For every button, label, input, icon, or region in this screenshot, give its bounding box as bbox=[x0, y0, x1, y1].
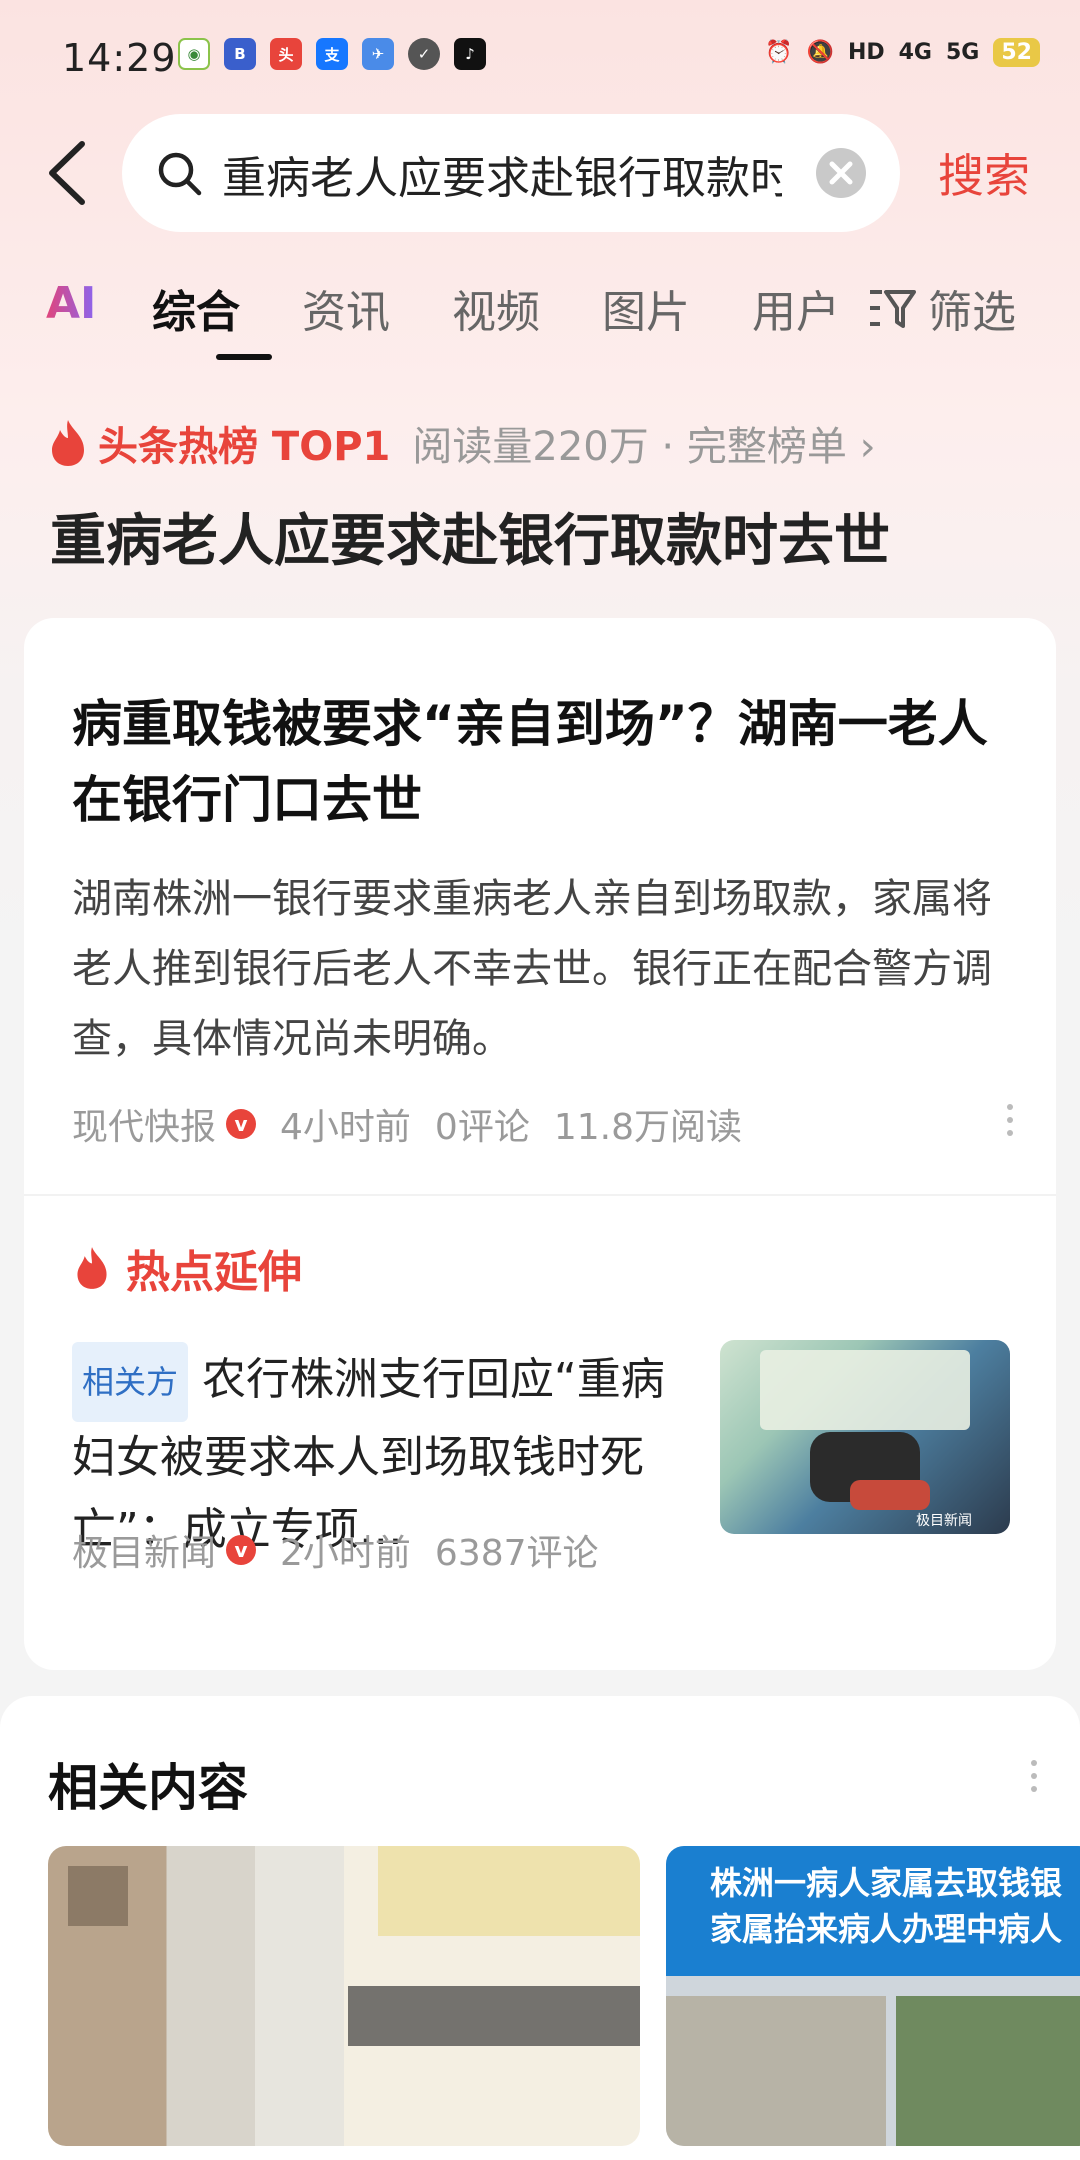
status-bar: 14:29 ◉ B 头 支 ✈ ✓ ♪ ⏰ 🔕 HD 4G 5G 52 bbox=[0, 0, 1080, 115]
thumb-trees bbox=[896, 1996, 1080, 2146]
thumb-sign bbox=[378, 1846, 640, 1936]
related-content-title: 相关内容 bbox=[48, 1759, 248, 1817]
tab-video[interactable]: 视频 bbox=[452, 276, 540, 340]
search-button[interactable]: 搜索 bbox=[938, 140, 1030, 206]
thumb-ac-unit bbox=[68, 1866, 128, 1926]
notification-icons: ◉ B 头 支 ✈ ✓ ♪ bbox=[178, 38, 486, 70]
hot-extension-header: 热点延伸 bbox=[72, 1236, 302, 1300]
article-meta: 现代快报 v 4小时前 0评论 11.8万阅读 bbox=[72, 1098, 742, 1150]
system-icons: ⏰ 🔕 HD 4G 5G 52 bbox=[765, 38, 1040, 67]
filter-label: 筛选 bbox=[928, 287, 1016, 338]
toutiao-icon: 头 bbox=[270, 38, 302, 70]
search-results-page: 14:29 ◉ B 头 支 ✈ ✓ ♪ ⏰ 🔕 HD 4G 5G 52 重病老人… bbox=[0, 0, 1080, 2160]
clear-search-button[interactable] bbox=[816, 148, 866, 198]
related-news-meta: 极目新闻 v 2小时前 6387评论 bbox=[72, 1524, 599, 1576]
hot-rank-meta[interactable]: 阅读量220万 · 完整榜单 › bbox=[412, 414, 875, 472]
mute-icon: 🔕 bbox=[806, 40, 834, 65]
tab-comprehensive[interactable]: 综合 bbox=[152, 276, 240, 340]
article-summary[interactable]: 湖南株洲一银行要求重病老人亲自到场取款，家属将老人推到银行后老人不幸去世。银行正… bbox=[72, 864, 1022, 1074]
news-card: 病重取钱被要求“亲自到场”？湖南一老人在银行门口去世 湖南株洲一银行要求重病老人… bbox=[24, 618, 1056, 1670]
search-icon bbox=[158, 152, 202, 196]
battery-indicator: 52 bbox=[993, 38, 1040, 67]
network-hd: HD bbox=[847, 40, 885, 65]
related-news-source[interactable]: 极目新闻 bbox=[72, 1524, 216, 1576]
divider bbox=[24, 1194, 1056, 1196]
check-icon: ✓ bbox=[408, 38, 440, 70]
chevron-left-icon bbox=[49, 141, 85, 205]
active-tab-indicator bbox=[216, 354, 272, 360]
article-title[interactable]: 病重取钱被要求“亲自到场”？湖南一老人在银行门口去世 bbox=[72, 686, 1012, 838]
thumb-vehicle-window bbox=[348, 1986, 640, 2046]
status-time: 14:29 bbox=[62, 36, 177, 80]
network-4g: 4G bbox=[898, 40, 932, 65]
verified-icon: v bbox=[226, 1109, 257, 1139]
flame-icon bbox=[52, 420, 84, 466]
china-mobile-icon: ◉ bbox=[178, 38, 210, 70]
related-party-tag: 相关方 bbox=[72, 1342, 189, 1422]
tab-ai[interactable]: AI bbox=[46, 278, 96, 329]
network-5g: 5G bbox=[946, 40, 980, 65]
back-button[interactable] bbox=[44, 138, 104, 208]
thumb-seat bbox=[850, 1480, 930, 1510]
flame-icon bbox=[77, 1247, 107, 1289]
related-video-thumbnail-2[interactable]: 株洲一病人家属去取钱银 家属抬来病人办理中病人 bbox=[666, 1846, 1080, 2146]
thumb-caption-1: 株洲一病人家属去取钱银 bbox=[710, 1864, 1063, 1902]
thumb-watermark: 极目新闻 bbox=[916, 1513, 972, 1529]
search-box[interactable]: 重病老人应要求赴银行取款时 bbox=[122, 114, 900, 232]
related-news-comments: 6387评论 bbox=[434, 1533, 599, 1574]
tab-news[interactable]: 资讯 bbox=[302, 276, 390, 340]
tab-images[interactable]: 图片 bbox=[602, 276, 690, 340]
thumb-window bbox=[760, 1350, 970, 1430]
article-time: 4小时前 bbox=[280, 1107, 411, 1148]
article-source[interactable]: 现代快报 bbox=[72, 1098, 216, 1150]
hot-rank-label: 头条热榜 TOP1 bbox=[98, 424, 391, 470]
tab-users[interactable]: 用户 bbox=[752, 276, 840, 340]
tiktok-icon: ♪ bbox=[454, 38, 486, 70]
related-video-thumbnail-1[interactable] bbox=[48, 1846, 640, 2146]
bank-icon: B bbox=[224, 38, 256, 70]
filter-button[interactable]: 筛选 bbox=[868, 276, 1016, 340]
thumb-building bbox=[666, 1996, 886, 2146]
close-icon bbox=[829, 161, 853, 185]
article-reads: 11.8万阅读 bbox=[553, 1107, 742, 1148]
thumb-caption-2: 家属抬来病人办理中病人 bbox=[710, 1910, 1063, 1948]
more-options-icon[interactable] bbox=[1004, 1104, 1016, 1143]
result-tabs: AI 综合 资讯 视频 图片 用户 筛选 bbox=[46, 276, 1046, 366]
article-comments: 0评论 bbox=[434, 1107, 530, 1148]
related-news-time: 2小时前 bbox=[280, 1533, 411, 1574]
alarm-icon: ⏰ bbox=[765, 40, 793, 65]
verified-icon: v bbox=[226, 1535, 257, 1565]
hot-extension-title: 热点延伸 bbox=[126, 1247, 302, 1298]
related-news-thumbnail[interactable]: 极目新闻 bbox=[720, 1340, 1010, 1534]
filter-icon bbox=[870, 290, 916, 328]
app-icon: ✈ bbox=[362, 38, 394, 70]
more-options-icon[interactable] bbox=[1028, 1760, 1040, 1799]
alipay-icon: 支 bbox=[316, 38, 348, 70]
search-input[interactable]: 重病老人应要求赴银行取款时 bbox=[222, 142, 782, 206]
hot-topic-title[interactable]: 重病老人应要求赴银行取款时去世 bbox=[50, 496, 890, 577]
hot-rank-line[interactable]: 头条热榜 TOP1 阅读量220万 · 完整榜单 › bbox=[46, 414, 876, 472]
related-content-section: 相关内容 株洲一病人家属去取钱银 家属抬来病人办理中病人 bbox=[0, 1696, 1080, 2160]
